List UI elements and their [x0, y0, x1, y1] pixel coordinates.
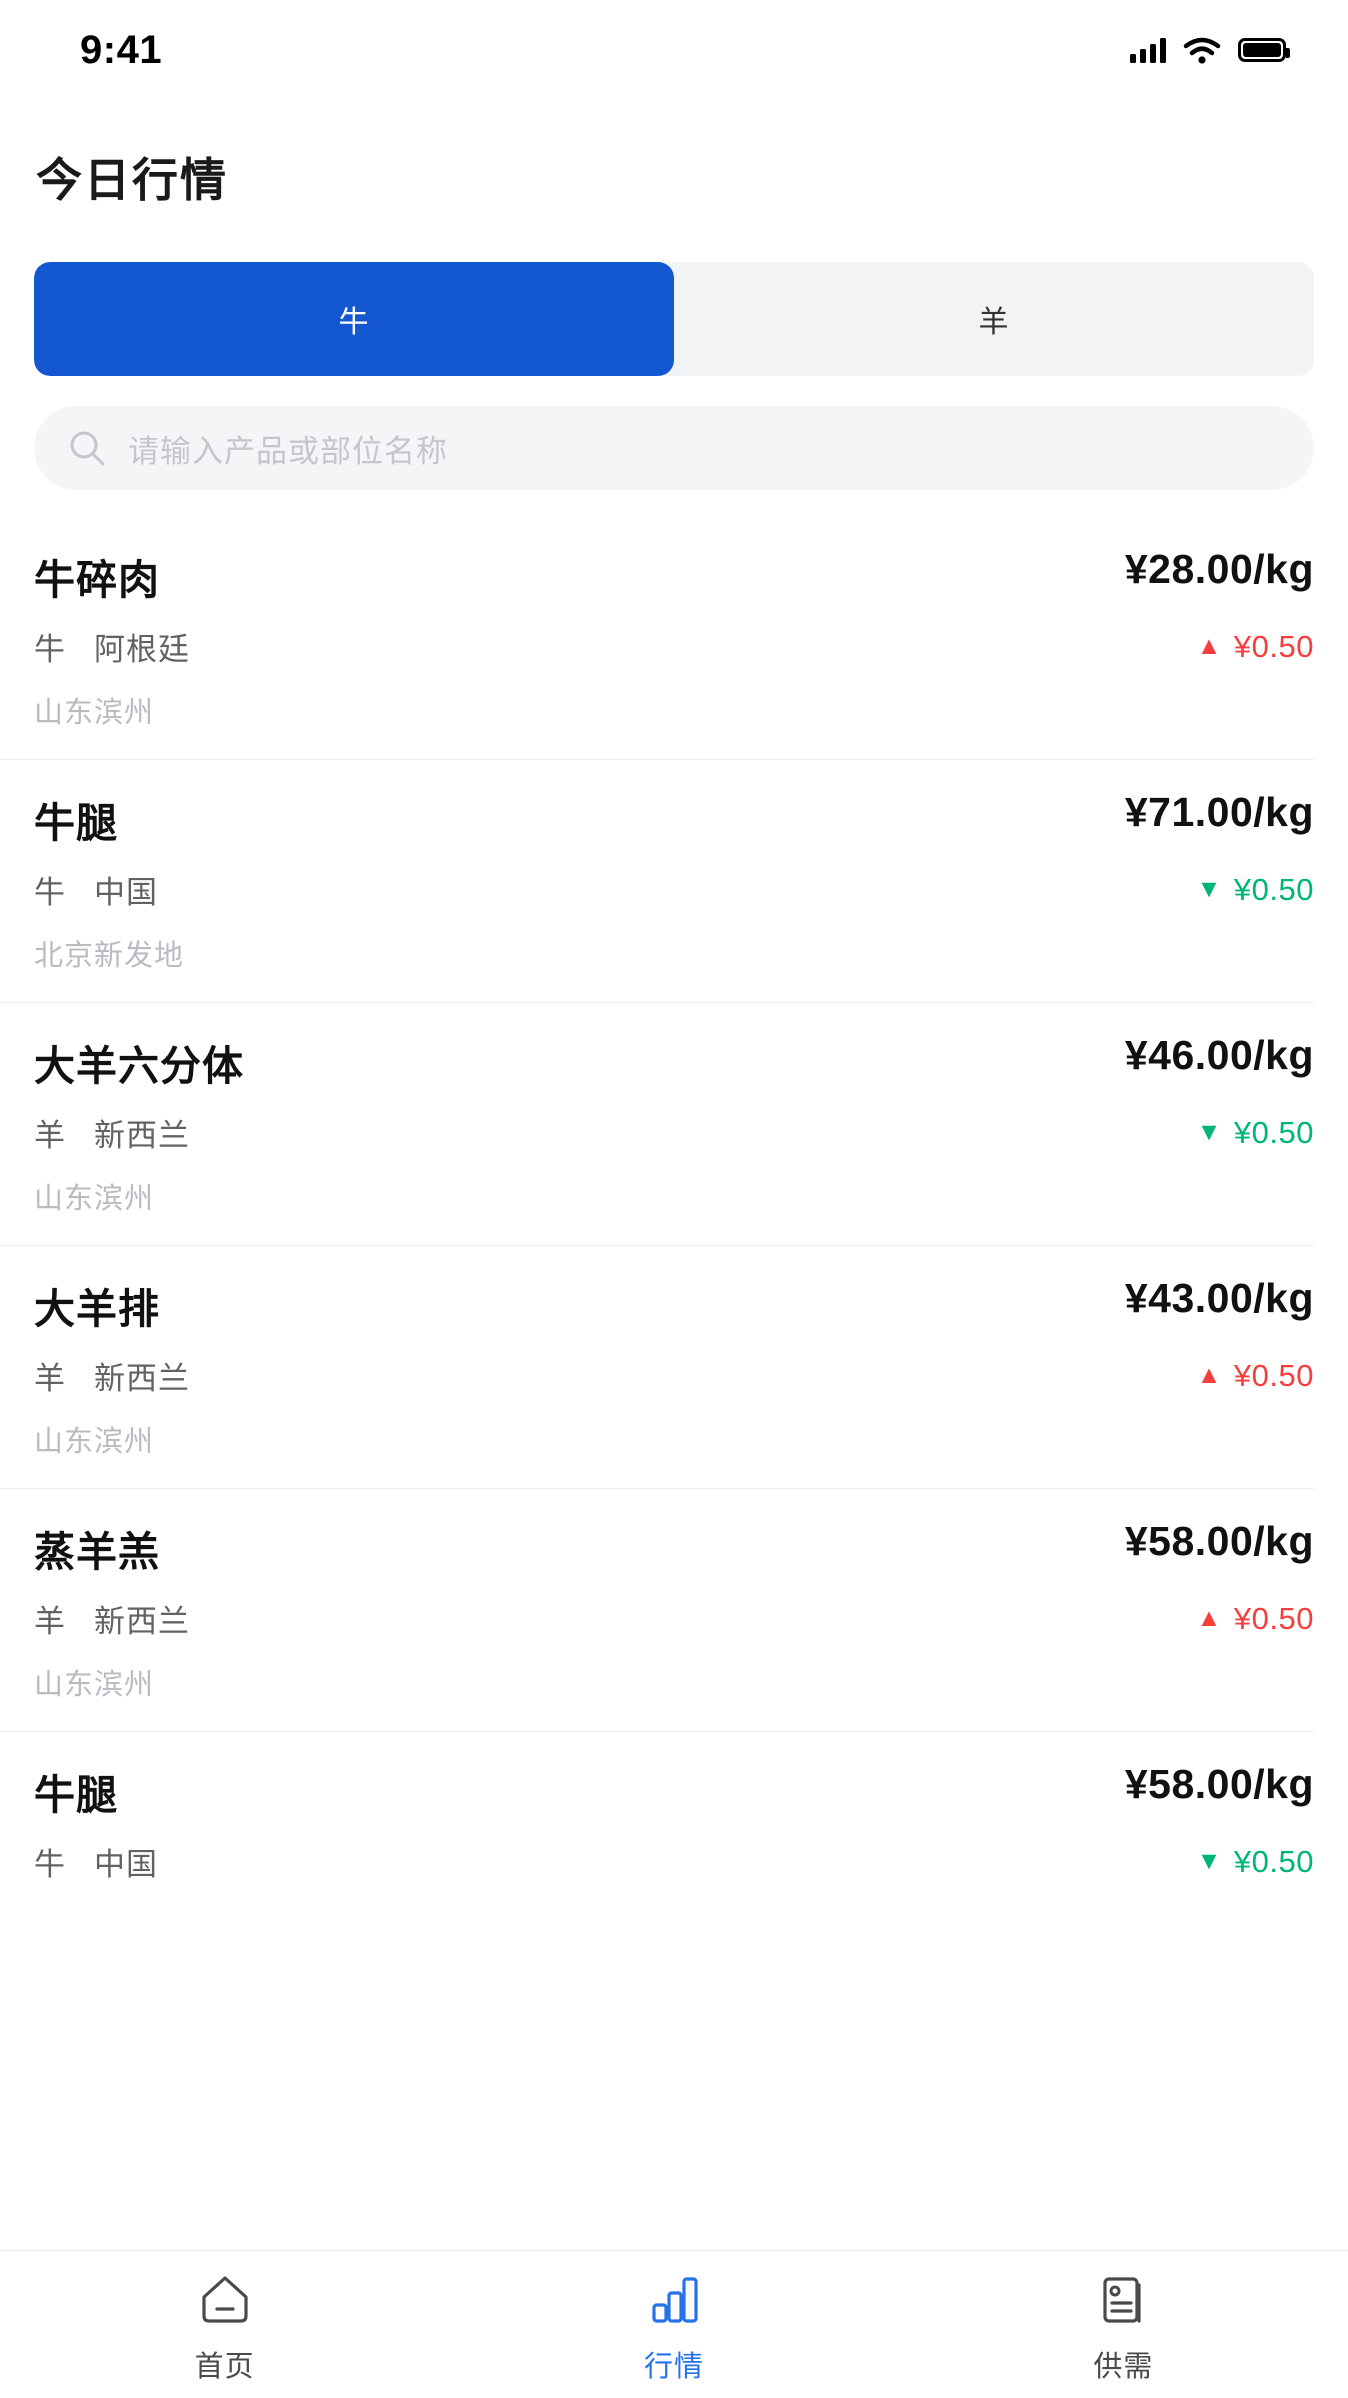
- product-category: 羊: [34, 1118, 66, 1153]
- price-change: ▲ ¥0.50: [1197, 1358, 1314, 1394]
- product-origin: 新西兰: [94, 1604, 190, 1639]
- page-title: 今日行情: [36, 154, 228, 206]
- category-segmented-control[interactable]: 牛 羊: [34, 262, 1314, 376]
- status-bar: 9:41: [0, 0, 1348, 100]
- table-row[interactable]: 大羊排 ¥43.00/kg 羊新西兰 ▲ ¥0.50 山东滨州: [0, 1245, 1348, 1488]
- table-row[interactable]: 牛腿 ¥71.00/kg 牛中国 ▼ ¥0.50 北京新发地: [0, 759, 1348, 1002]
- price-change-value: ¥0.50: [1233, 871, 1314, 907]
- nav-label-market: 行情: [643, 2350, 704, 2383]
- product-meta: 牛中国: [34, 867, 158, 912]
- product-category: 牛: [34, 875, 66, 910]
- price-list: 牛碎肉 ¥28.00/kg 牛阿根廷 ▲ ¥0.50 山东滨州 牛腿 ¥71.00…: [0, 516, 1348, 1912]
- nav-item-supply-demand[interactable]: 供需: [899, 2265, 1348, 2385]
- price-change: ▼ ¥0.50: [1197, 1844, 1314, 1880]
- search-bar[interactable]: 请输入产品或部位名称: [34, 406, 1314, 490]
- product-price: ¥58.00/kg: [1124, 1518, 1314, 1564]
- price-change-value: ¥0.50: [1233, 1114, 1314, 1150]
- product-origin: 中国: [94, 875, 158, 910]
- product-origin: 中国: [94, 1847, 158, 1882]
- price-change: ▼ ¥0.50: [1197, 1115, 1314, 1151]
- table-row[interactable]: 蒸羊羔 ¥58.00/kg 羊新西兰 ▲ ¥0.50 山东滨州: [0, 1488, 1348, 1731]
- product-name: 牛腿: [34, 800, 118, 846]
- arrow-up-icon: ▲: [1196, 632, 1222, 660]
- table-row[interactable]: 牛腿 ¥58.00/kg 牛中国 ▼ ¥0.50: [0, 1731, 1348, 1912]
- product-location: 山东滨州: [34, 1426, 155, 1458]
- nav-item-market[interactable]: 行情: [449, 2265, 898, 2385]
- product-location: 山东滨州: [34, 1669, 155, 1701]
- arrow-down-icon: ▼: [1196, 1847, 1222, 1875]
- product-category: 羊: [34, 1361, 66, 1396]
- product-meta: 牛中国: [34, 1839, 158, 1884]
- arrow-down-icon: ▼: [1196, 1118, 1222, 1146]
- status-indicators: [1130, 35, 1290, 65]
- product-name: 大羊排: [34, 1286, 160, 1332]
- price-change-value: ¥0.50: [1233, 628, 1314, 664]
- nav-label-home: 首页: [194, 2350, 255, 2383]
- bar-chart-icon: [645, 2265, 703, 2329]
- price-change-value: ¥0.50: [1233, 1600, 1314, 1636]
- product-meta: 牛阿根廷: [34, 624, 190, 669]
- product-location: 山东滨州: [34, 1183, 155, 1215]
- product-name: 蒸羊羔: [34, 1529, 160, 1575]
- search-icon: [68, 429, 106, 467]
- product-category: 羊: [34, 1604, 66, 1639]
- nav-item-home[interactable]: 首页: [0, 2265, 449, 2385]
- product-location: 北京新发地: [34, 940, 185, 972]
- arrow-down-icon: ▼: [1196, 875, 1222, 903]
- product-price: ¥28.00/kg: [1124, 546, 1314, 592]
- row-meta-line: 羊新西兰 ▲ ¥0.50: [34, 1353, 1314, 1398]
- product-price: ¥43.00/kg: [1124, 1275, 1314, 1321]
- row-header: 蒸羊羔 ¥58.00/kg: [34, 1518, 1314, 1578]
- product-name: 牛腿: [34, 1772, 118, 1818]
- row-meta-line: 牛阿根廷 ▲ ¥0.50: [34, 624, 1314, 669]
- price-change: ▲ ¥0.50: [1197, 629, 1314, 665]
- product-category: 牛: [34, 632, 66, 667]
- row-header: 大羊排 ¥43.00/kg: [34, 1275, 1314, 1335]
- product-origin: 阿根廷: [94, 632, 190, 667]
- app-screen: 9:41 今日行情 牛 羊 请输入产品或部位名称 牛碎肉 ¥28.00/kg 牛…: [0, 0, 1348, 2398]
- bottom-navigation: 首页 行情 供需: [0, 2250, 1348, 2398]
- row-header: 牛腿 ¥58.00/kg: [34, 1761, 1314, 1821]
- price-change: ▼ ¥0.50: [1197, 872, 1314, 908]
- product-price: ¥71.00/kg: [1124, 789, 1314, 835]
- table-row[interactable]: 牛碎肉 ¥28.00/kg 牛阿根廷 ▲ ¥0.50 山东滨州: [0, 516, 1348, 759]
- tab-beef[interactable]: 牛: [34, 262, 674, 376]
- product-category: 牛: [34, 1847, 66, 1882]
- row-meta-line: 牛中国 ▼ ¥0.50: [34, 1839, 1314, 1884]
- row-header: 大羊六分体 ¥46.00/kg: [34, 1032, 1314, 1092]
- product-meta: 羊新西兰: [34, 1596, 190, 1641]
- price-change-value: ¥0.50: [1233, 1357, 1314, 1393]
- tab-lamb[interactable]: 羊: [674, 262, 1314, 376]
- status-time: 9:41: [80, 27, 163, 72]
- arrow-up-icon: ▲: [1196, 1361, 1222, 1389]
- battery-icon: [1238, 38, 1290, 62]
- row-meta-line: 牛中国 ▼ ¥0.50: [34, 867, 1314, 912]
- product-name: 牛碎肉: [34, 557, 160, 603]
- signal-icon: [1130, 37, 1166, 63]
- row-header: 牛腿 ¥71.00/kg: [34, 789, 1314, 849]
- product-location: 山东滨州: [34, 697, 155, 729]
- product-name: 大羊六分体: [34, 1043, 244, 1089]
- table-row[interactable]: 大羊六分体 ¥46.00/kg 羊新西兰 ▼ ¥0.50 山东滨州: [0, 1002, 1348, 1245]
- row-meta-line: 羊新西兰 ▲ ¥0.50: [34, 1596, 1314, 1641]
- product-price: ¥58.00/kg: [1124, 1761, 1314, 1807]
- search-input[interactable]: 请输入产品或部位名称: [128, 426, 448, 471]
- nav-label-supply-demand: 供需: [1093, 2350, 1154, 2383]
- document-icon: [1094, 2265, 1152, 2329]
- product-price: ¥46.00/kg: [1124, 1032, 1314, 1078]
- price-change-value: ¥0.50: [1233, 1843, 1314, 1879]
- wifi-icon: [1183, 37, 1221, 64]
- product-origin: 新西兰: [94, 1118, 190, 1153]
- price-change: ▲ ¥0.50: [1197, 1601, 1314, 1637]
- product-meta: 羊新西兰: [34, 1110, 190, 1155]
- row-meta-line: 羊新西兰 ▼ ¥0.50: [34, 1110, 1314, 1155]
- row-header: 牛碎肉 ¥28.00/kg: [34, 546, 1314, 606]
- product-origin: 新西兰: [94, 1361, 190, 1396]
- product-meta: 羊新西兰: [34, 1353, 190, 1398]
- home-icon: [196, 2265, 254, 2329]
- arrow-up-icon: ▲: [1196, 1604, 1222, 1632]
